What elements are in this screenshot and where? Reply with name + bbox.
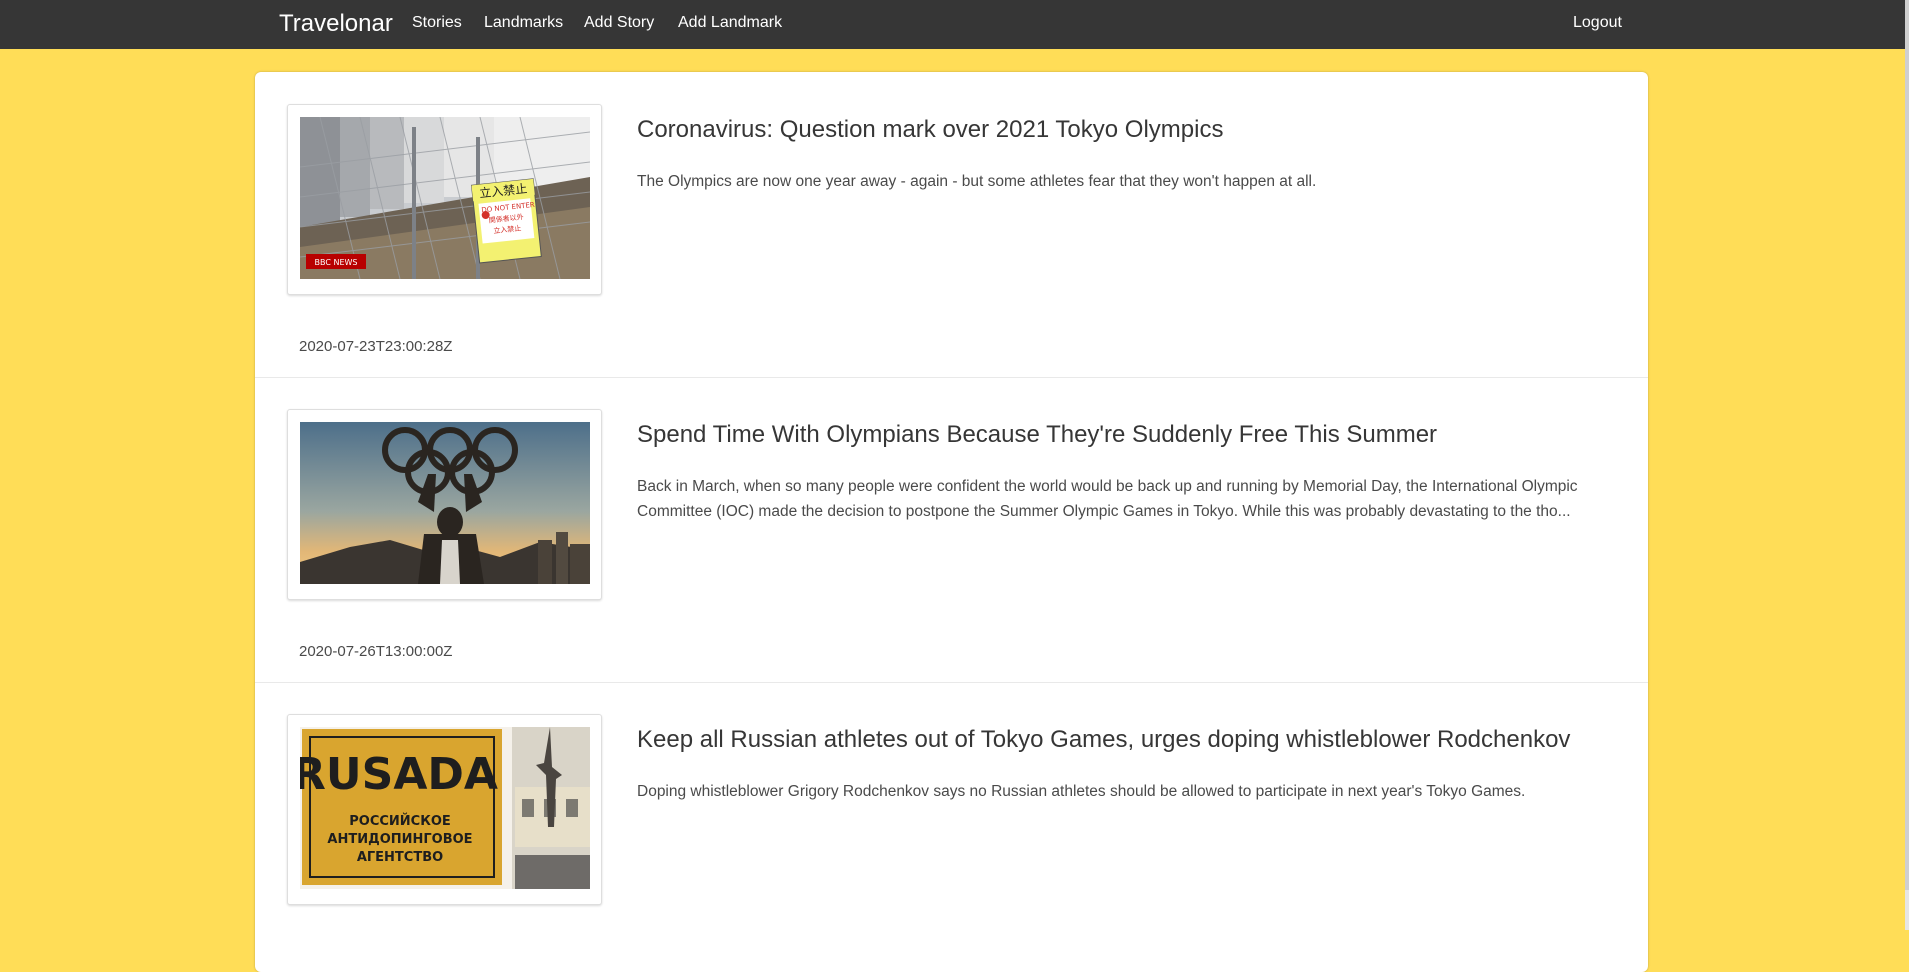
- story-title[interactable]: Coronavirus: Question mark over 2021 Tok…: [637, 116, 1223, 144]
- page-scrollbar[interactable]: [1905, 0, 1909, 930]
- rusada-sign-line1: РОССИЙСКОЕ: [349, 813, 451, 829]
- story-date: 2020-07-26T13:00:00Z: [299, 643, 453, 660]
- story-card: Spend Time With Olympians Because They'r…: [255, 377, 1648, 683]
- story-description: Back in March, when so many people were …: [637, 478, 1578, 520]
- story-card: 立入禁止 DO NOT ENTER 関係者以外 立入禁止 BBC NEWS Co…: [255, 72, 1648, 378]
- brand-logo[interactable]: Travelonar: [279, 10, 393, 38]
- story-thumbnail-frame[interactable]: 立入禁止 DO NOT ENTER 関係者以外 立入禁止 BBC NEWS: [287, 104, 602, 295]
- nav-link-add-story[interactable]: Add Story: [584, 14, 654, 32]
- nav-link-add-landmark[interactable]: Add Landmark: [678, 14, 782, 32]
- story-description: The Olympics are now one year away - aga…: [637, 173, 1317, 190]
- rusada-sign-line3: АГЕНТСТВО: [357, 850, 443, 865]
- story-title[interactable]: Spend Time With Olympians Because They'r…: [637, 421, 1437, 449]
- story-card: RUSADA РОССИЙСКОЕ АНТИДОПИНГОВОЕ АГЕНТСТ…: [255, 682, 1648, 972]
- nav-link-landmarks[interactable]: Landmarks: [484, 14, 563, 32]
- story-thumbnail-image[interactable]: RUSADA РОССИЙСКОЕ АНТИДОПИНГОВОЕ АГЕНТСТ…: [300, 727, 590, 889]
- top-navbar: Travelonar Stories Landmarks Add Story A…: [0, 0, 1905, 49]
- story-description: Doping whistleblower Grigory Rodchenkov …: [637, 783, 1526, 800]
- rusada-logo-text: RUSADA: [300, 749, 498, 800]
- bbc-news-badge: BBC NEWS: [315, 258, 358, 267]
- stories-list: 立入禁止 DO NOT ENTER 関係者以外 立入禁止 BBC NEWS Co…: [255, 72, 1648, 972]
- scrollbar-thumb[interactable]: [1905, 0, 1909, 890]
- story-thumbnail-image[interactable]: [300, 422, 590, 584]
- story-date: 2020-07-23T23:00:28Z: [299, 338, 453, 355]
- story-thumbnail-frame[interactable]: [287, 409, 602, 600]
- story-thumbnail-frame[interactable]: RUSADA РОССИЙСКОЕ АНТИДОПИНГОВОЕ АГЕНТСТ…: [287, 714, 602, 905]
- logout-button[interactable]: Logout: [1573, 14, 1622, 32]
- nav-link-stories[interactable]: Stories: [412, 14, 462, 32]
- rusada-sign-line2: АНТИДОПИНГОВОЕ: [327, 832, 472, 847]
- story-thumbnail-image[interactable]: 立入禁止 DO NOT ENTER 関係者以外 立入禁止 BBC NEWS: [300, 117, 590, 279]
- story-title[interactable]: Keep all Russian athletes out of Tokyo G…: [637, 726, 1570, 754]
